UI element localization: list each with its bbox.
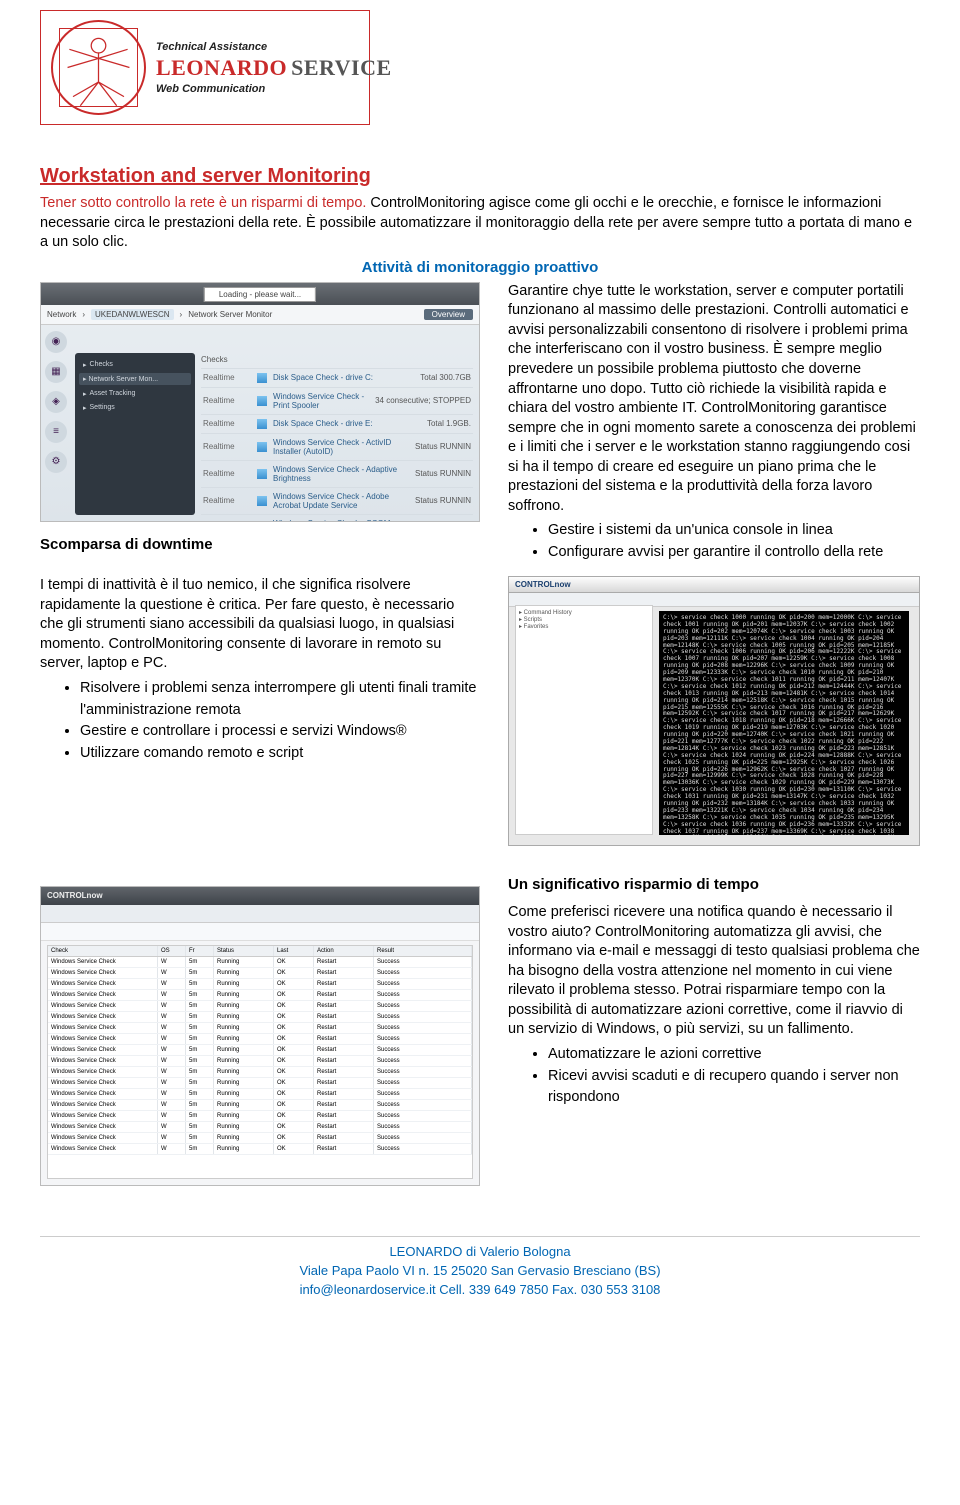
proactive-heading: Attività di monitoraggio proattivo	[362, 259, 599, 276]
company-logo: Technical Assistance LEONARDO SERVICE We…	[40, 10, 370, 125]
alert-table: CheckOSFrStatusLastActionResult Windows …	[47, 945, 473, 1179]
table-row[interactable]: Windows Service CheckW5mRunningOKRestart…	[48, 1111, 472, 1122]
table-row[interactable]: Windows Service CheckW5mRunningOKRestart…	[48, 1067, 472, 1078]
table-row[interactable]: Windows Service CheckW5mRunningOKRestart…	[48, 1133, 472, 1144]
logo-word-leonardo: LEONARDO	[156, 55, 287, 81]
bullet-item: Configurare avvisi per garantire il cont…	[548, 542, 920, 564]
sidebar-item-checks[interactable]: ▸ Checks	[79, 359, 191, 371]
checks-heading: Checks	[201, 353, 473, 368]
check-row[interactable]: RealtimeWindows Service Check - Adobe Ac…	[201, 487, 473, 514]
table-row[interactable]: Windows Service CheckW5mRunningOKRestart…	[48, 1045, 472, 1056]
time-bullet-list: Automatizzare le azioni correttiveRicevi…	[508, 1044, 920, 1109]
settings-icon[interactable]: ⚙	[45, 451, 67, 473]
table-row[interactable]: Windows Service CheckW5mRunningOKRestart…	[48, 1078, 472, 1089]
tab-overview[interactable]: Overview	[424, 309, 473, 320]
downtime-bullet-list: Risolvere i problemi senza interrompere …	[40, 678, 480, 765]
monitor-icon[interactable]: ▦	[45, 361, 67, 383]
reports-icon[interactable]: ≡	[45, 421, 67, 443]
table-row[interactable]: Windows Service CheckW5mRunningOKRestart…	[48, 990, 472, 1001]
table-row[interactable]: Windows Service CheckW5mRunningOKRestart…	[48, 1001, 472, 1012]
footer-company: LEONARDO di Valerio Bologna	[40, 1243, 920, 1262]
table-row[interactable]: Windows Service CheckW5mRunningOKRestart…	[48, 1089, 472, 1100]
footer-fax: 030 553 3108	[581, 1282, 661, 1297]
logo-tagline-top: Technical Assistance	[156, 41, 392, 53]
bullet-item: Risolvere i problemi senza interrompere …	[80, 678, 480, 722]
console-sidebar: ▸ Command History▸ Scripts▸ Favorites	[515, 605, 653, 835]
crumb-host: UKEDANWLWESCN	[91, 309, 174, 320]
time-saving-paragraph: Come preferisci ricevere una notifica qu…	[508, 903, 920, 1040]
bullet-item: Automatizzare le azioni correttive	[548, 1044, 920, 1066]
check-row[interactable]: RealtimeWindows Service Check - ActivID …	[201, 433, 473, 460]
screenshot-alert-table: CONTROLnow CheckOSFrStatusLastActionResu…	[40, 886, 480, 1186]
table-row[interactable]: Windows Service CheckW5mRunningOKRestart…	[48, 1034, 472, 1045]
bullet-item: Ricevi avvisi scaduti e di recupero quan…	[548, 1066, 920, 1110]
table-row[interactable]: Windows Service CheckW5mRunningOKRestart…	[48, 1056, 472, 1067]
table-titlebar: CONTROLnow	[41, 887, 479, 905]
footer-cell: 339 649 7850	[469, 1282, 549, 1297]
terminal-output: C:\> service check 1000 running OK pid=2…	[659, 611, 909, 835]
check-row[interactable]: RealtimeDisk Space Check - drive E:Total…	[201, 414, 473, 433]
intro-paragraph: Tener sotto controllo la rete è un rispa…	[40, 194, 920, 253]
sidebar-icon-rail: ◉ ▦ ◈ ≡ ⚙	[45, 331, 67, 473]
check-row[interactable]: RealtimeDisk Space Check - drive C:Total…	[201, 368, 473, 387]
table-row[interactable]: Windows Service CheckW5mRunningOKRestart…	[48, 968, 472, 979]
vitruvian-icon	[51, 20, 146, 115]
page-footer: LEONARDO di Valerio Bologna Viale Papa P…	[40, 1243, 920, 1300]
check-row[interactable]: RealtimeWindows Service Check - Adaptive…	[201, 460, 473, 487]
screenshot-monitoring-dashboard: Loading - please wait... Network › UKEDA…	[40, 282, 480, 522]
logo-word-service: SERVICE	[291, 55, 392, 81]
bullet-item: Gestire i sistemi da un'unica console in…	[548, 520, 920, 542]
table-row[interactable]: Windows Service CheckW5mRunningOKRestart…	[48, 1100, 472, 1111]
sidebar-item-asset-tracking[interactable]: ▸ Asset Tracking	[79, 388, 191, 400]
downtime-heading: Scomparsa di downtime	[40, 536, 480, 553]
intro-red: Tener sotto controllo la rete è un rispa…	[40, 195, 366, 211]
page-title: Workstation and server Monitoring	[40, 165, 920, 188]
sidebar-item-settings[interactable]: ▸ Settings	[79, 402, 191, 414]
proactive-paragraph: Garantire chye tutte le workstation, ser…	[508, 282, 920, 517]
proactive-bullet-list: Gestire i sistemi da un'unica console in…	[508, 520, 920, 564]
table-row[interactable]: Windows Service CheckW5mRunningOKRestart…	[48, 1144, 472, 1155]
table-row[interactable]: Windows Service CheckW5mRunningOKRestart…	[48, 1023, 472, 1034]
sidebar-item-network-monitor[interactable]: ▸ Network Server Mon...	[79, 373, 191, 385]
check-row[interactable]: RealtimeWindows Service Check - SCOM Ser…	[201, 514, 473, 522]
table-row[interactable]: Windows Service CheckW5mRunningOKRestart…	[48, 979, 472, 990]
crumb-network: Network	[47, 310, 76, 319]
check-row[interactable]: RealtimeWindows Service Check - Print Sp…	[201, 387, 473, 414]
downtime-paragraph: I tempi di inattività è il tuo nemico, i…	[40, 576, 480, 674]
footer-divider	[40, 1236, 920, 1237]
table-row[interactable]: Windows Service CheckW5mRunningOKRestart…	[48, 1122, 472, 1133]
loading-banner: Loading - please wait...	[204, 287, 316, 302]
shield-icon[interactable]: ◈	[45, 391, 67, 413]
bullet-item: Gestire e controllare i processi e servi…	[80, 721, 480, 743]
table-row[interactable]: Windows Service CheckW5mRunningOKRestart…	[48, 957, 472, 968]
console-titlebar: CONTROLnow	[509, 577, 919, 593]
table-row[interactable]: Windows Service CheckW5mRunningOKRestart…	[48, 1012, 472, 1023]
bullet-item: Utilizzare comando remoto e script	[80, 743, 480, 765]
crumb-monitor: Network Server Monitor	[188, 310, 272, 319]
footer-email[interactable]: info@leonardoservice.it	[300, 1282, 436, 1297]
time-saving-heading: Un significativo risparmio di tempo	[508, 876, 920, 893]
logo-tagline-bottom: Web Communication	[156, 83, 392, 95]
dashboard-icon[interactable]: ◉	[45, 331, 67, 353]
footer-address: Viale Papa Paolo VI n. 15 25020 San Gerv…	[40, 1262, 920, 1281]
sidebar-dark-panel: ▸ Checks ▸ Network Server Mon... ▸ Asset…	[75, 353, 195, 515]
screenshot-remote-console: CONTROLnow ▸ Command History▸ Scripts▸ F…	[508, 576, 920, 846]
